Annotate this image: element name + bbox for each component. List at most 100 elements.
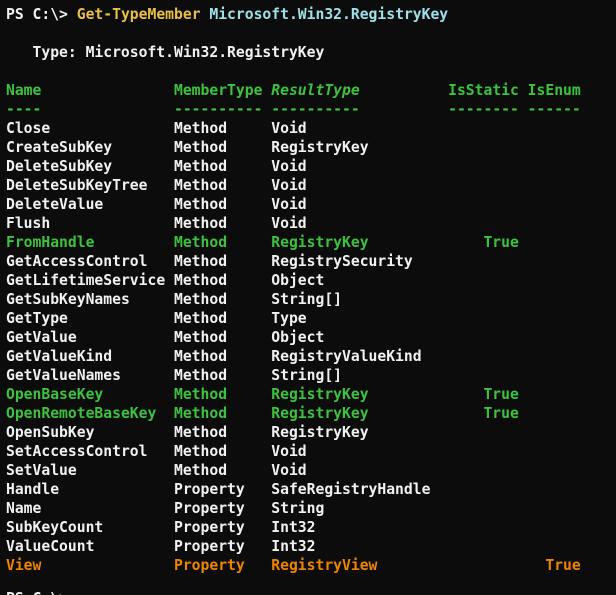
cell-name: GetType bbox=[6, 310, 68, 327]
cell-is-static bbox=[448, 328, 519, 347]
cell-is-static bbox=[448, 271, 519, 290]
cell-is-enum bbox=[519, 252, 581, 271]
cell-name: CreateSubKey bbox=[6, 139, 113, 156]
cell-is-enum bbox=[519, 404, 581, 423]
cell-is-static bbox=[448, 537, 519, 556]
cell-name: DeleteSubKey bbox=[6, 158, 113, 175]
cell-name: Close bbox=[6, 120, 51, 137]
cell-result-type: RegistryKey bbox=[271, 386, 369, 403]
terminal-window[interactable]: PS C:\> Get-TypeMember Microsoft.Win32.Re… bbox=[0, 0, 616, 595]
column-header-isenum: IsEnum bbox=[527, 82, 581, 99]
column-header-name: Name bbox=[6, 82, 42, 99]
member-table-body: Close Method Void CreateSubKey Method Registr… bbox=[6, 119, 616, 575]
cell-is-static bbox=[448, 119, 519, 138]
cell-name: GetValueNames bbox=[6, 367, 121, 384]
table-row: Close Method Void bbox=[6, 119, 616, 138]
cell-is-enum bbox=[519, 138, 581, 157]
cell-is-static bbox=[448, 480, 519, 499]
next-prompt-text: PS C:\> bbox=[6, 590, 77, 595]
cell-name: GetSubKeyNames bbox=[6, 291, 130, 308]
cell-is-enum bbox=[519, 271, 581, 290]
cell-name: GetValueKind bbox=[6, 348, 113, 365]
cell-is-enum bbox=[519, 328, 581, 347]
cell-name: Name bbox=[6, 500, 42, 517]
cell-name: View bbox=[6, 557, 42, 574]
cell-result-type: RegistrySecurity bbox=[271, 253, 413, 270]
command-text: Get-TypeMember bbox=[76, 6, 201, 23]
cell-member-type: Method bbox=[174, 329, 228, 346]
table-header-row: Name MemberType ResultType IsStatic IsEn… bbox=[6, 81, 616, 100]
cell-is-static bbox=[448, 347, 519, 366]
cell-is-static bbox=[448, 309, 519, 328]
cell-member-type: Method bbox=[174, 348, 228, 365]
cell-name: SetAccessControl bbox=[6, 443, 148, 460]
cell-name: SubKeyCount bbox=[6, 519, 104, 536]
cell-result-type: RegistryValueKind bbox=[271, 348, 422, 365]
column-header-isstatic: IsStatic bbox=[448, 82, 519, 99]
cell-is-static bbox=[448, 290, 519, 309]
cell-is-static: True bbox=[483, 234, 519, 251]
cell-is-enum bbox=[519, 176, 581, 195]
table-row: Handle Property SafeRegistryHandle bbox=[6, 480, 616, 499]
prompt-line: PS C:\> Get-TypeMember Microsoft.Win32.Re… bbox=[6, 5, 616, 24]
cell-member-type: Method bbox=[174, 443, 228, 460]
cell-member-type: Method bbox=[174, 120, 228, 137]
cell-is-static bbox=[448, 518, 519, 537]
cell-is-enum bbox=[519, 423, 581, 442]
cell-result-type: Void bbox=[271, 215, 307, 232]
cell-is-enum bbox=[519, 214, 581, 233]
cell-result-type: String[] bbox=[271, 367, 343, 384]
table-row: SubKeyCount Property Int32 bbox=[6, 518, 616, 537]
cell-member-type: Method bbox=[174, 405, 228, 422]
cell-is-static bbox=[448, 366, 519, 385]
cell-is-enum bbox=[519, 195, 581, 214]
cell-result-type: Type bbox=[271, 310, 307, 327]
cell-member-type: Method bbox=[174, 215, 228, 232]
cell-is-static bbox=[448, 423, 519, 442]
column-header-membertype: MemberType bbox=[174, 82, 263, 99]
table-row: GetAccessControl Method RegistrySecurity bbox=[6, 252, 616, 271]
type-group-label: Type: bbox=[32, 44, 77, 61]
cell-result-type: Void bbox=[271, 196, 307, 213]
cell-is-enum bbox=[519, 157, 581, 176]
cell-is-static bbox=[448, 442, 519, 461]
cell-name: GetLifetimeService bbox=[6, 272, 166, 289]
cell-member-type: Property bbox=[174, 519, 245, 536]
column-header-resulttype: ResultType bbox=[271, 82, 360, 99]
table-row: GetValueKind Method RegistryValueKind bbox=[6, 347, 616, 366]
cell-result-type: RegistryKey bbox=[271, 424, 369, 441]
cell-name: OpenRemoteBaseKey bbox=[6, 405, 157, 422]
cell-is-static bbox=[448, 176, 519, 195]
cell-result-type: Int32 bbox=[271, 519, 316, 536]
command-argument: Microsoft.Win32.RegistryKey bbox=[209, 6, 449, 23]
underline-membertype: ---------- bbox=[174, 101, 263, 118]
cell-result-type: Void bbox=[271, 443, 307, 460]
cell-name: Flush bbox=[6, 215, 51, 232]
table-row: CreateSubKey Method RegistryKey bbox=[6, 138, 616, 157]
underline-name: ---- bbox=[6, 101, 42, 118]
cell-is-static bbox=[448, 499, 519, 518]
table-row: GetLifetimeService Method Object bbox=[6, 271, 616, 290]
cell-member-type: Method bbox=[174, 386, 228, 403]
cell-name: GetAccessControl bbox=[6, 253, 148, 270]
underline-resulttype: ---------- bbox=[271, 101, 360, 118]
cell-name: FromHandle bbox=[6, 234, 95, 251]
cell-is-enum bbox=[519, 480, 581, 499]
table-row: FromHandle Method RegistryKey True bbox=[6, 233, 616, 252]
cell-is-enum: True bbox=[545, 557, 581, 574]
table-header-underline: ---- ---------- ---------- -------- ----… bbox=[6, 100, 616, 119]
cell-member-type: Method bbox=[174, 367, 228, 384]
cell-is-enum bbox=[519, 461, 581, 480]
table-row: Flush Method Void bbox=[6, 214, 616, 233]
cell-is-static bbox=[448, 157, 519, 176]
next-prompt-line[interactable]: PS C:\> bbox=[6, 589, 616, 595]
cell-name: DeleteSubKeyTree bbox=[6, 177, 148, 194]
cell-result-type: RegistryKey bbox=[271, 405, 369, 422]
table-row: GetSubKeyNames Method String[] bbox=[6, 290, 616, 309]
cell-result-type: SafeRegistryHandle bbox=[271, 481, 431, 498]
cell-member-type: Property bbox=[174, 557, 245, 574]
cell-member-type: Method bbox=[174, 253, 228, 270]
cell-result-type: String[] bbox=[271, 291, 343, 308]
